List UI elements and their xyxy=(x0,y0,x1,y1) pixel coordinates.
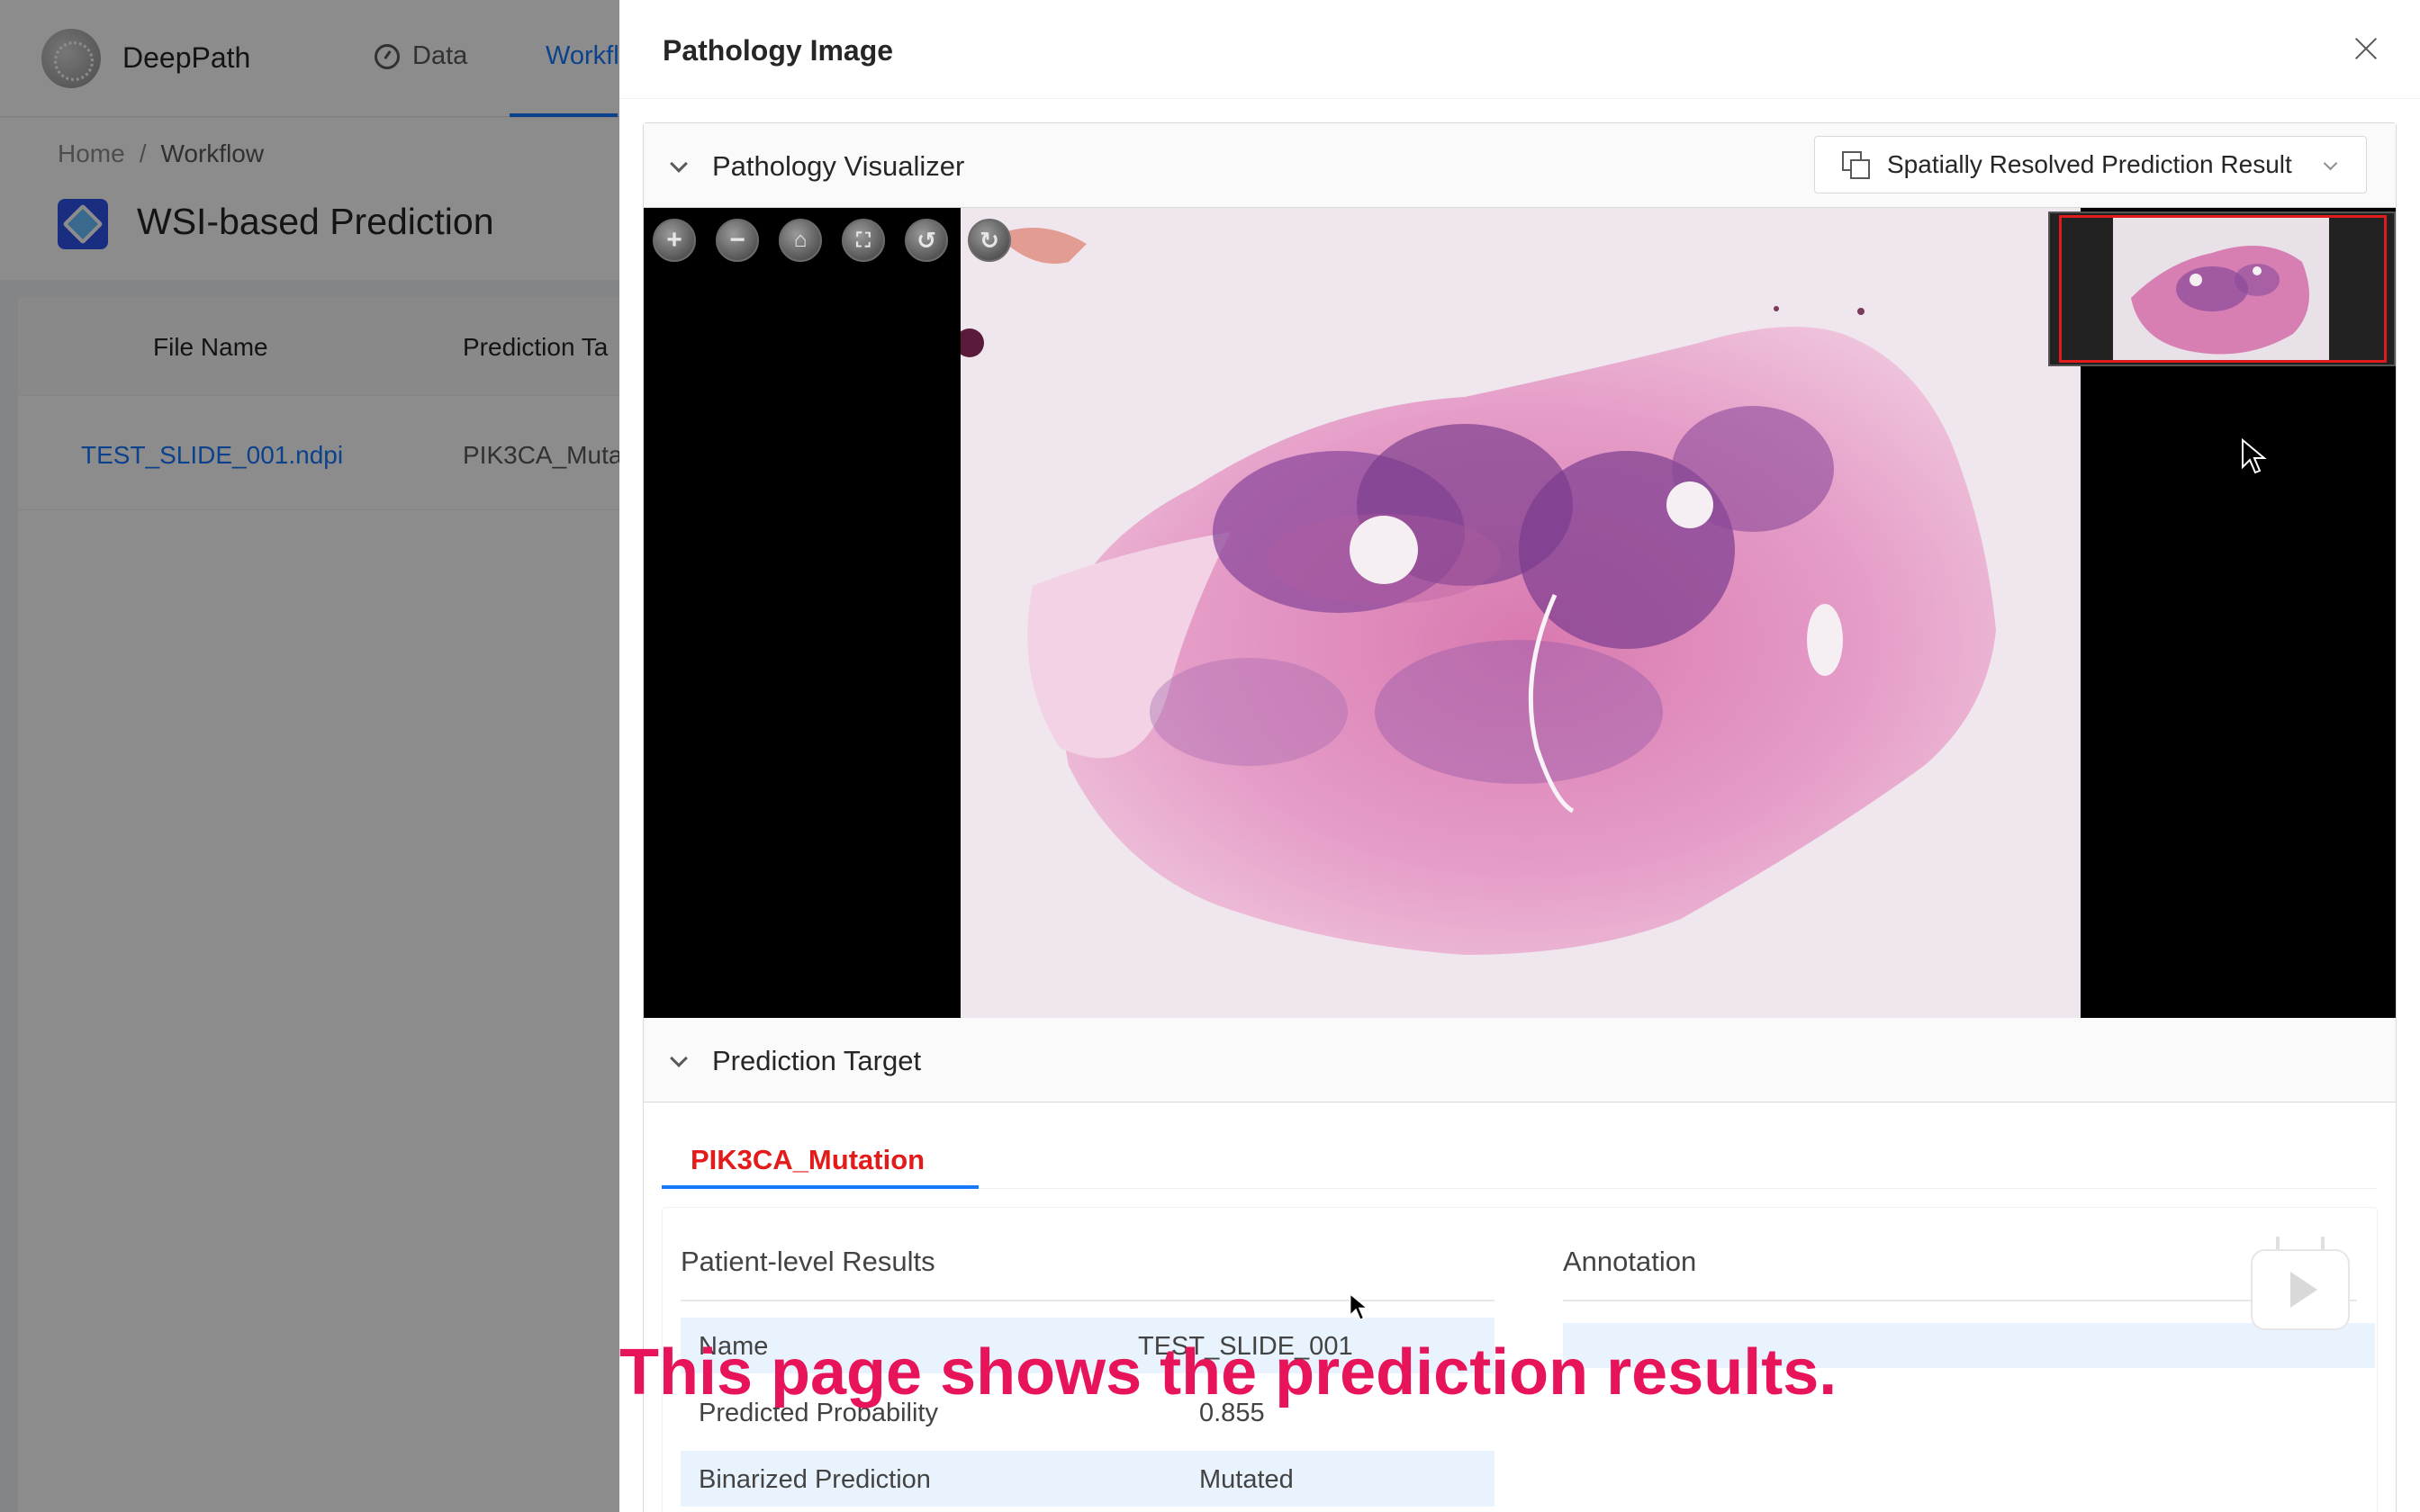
zoom-in-icon[interactable]: + xyxy=(653,219,696,262)
visualizer-panel-header[interactable]: Pathology Visualizer Spatially Resolved … xyxy=(644,123,2396,208)
rotate-right-icon[interactable]: ↻ xyxy=(968,219,1011,262)
result-key: Binarized Prediction xyxy=(699,1465,931,1494)
slide-viewer[interactable]: + − ⌂ ⛶ ↺ ↻ xyxy=(644,208,2396,1018)
video-caption: This page shows the prediction results. xyxy=(619,1336,1838,1408)
annotation-title: Annotation xyxy=(1563,1246,1697,1277)
chevron-down-icon[interactable] xyxy=(670,155,688,173)
visualizer-panel-title: Pathology Visualizer xyxy=(712,150,965,182)
tissue-image xyxy=(955,228,1996,955)
zoom-out-icon[interactable]: − xyxy=(716,219,759,262)
play-icon[interactable] xyxy=(2251,1249,2350,1330)
prediction-target-panel-title: Prediction Target xyxy=(712,1045,922,1076)
overlay-select-value: Spatially Resolved Prediction Result xyxy=(1887,150,2292,178)
prediction-target-panel-header[interactable]: Prediction Target xyxy=(644,1018,2396,1102)
chevron-down-icon[interactable] xyxy=(670,1049,688,1067)
home-icon[interactable]: ⌂ xyxy=(779,219,822,262)
pathology-image-drawer: Pathology Image Pathology Visualizer Spa… xyxy=(619,0,2420,1512)
result-value: Mutated xyxy=(1199,1465,1294,1494)
mouse-cursor-icon xyxy=(2242,438,2267,474)
slide-canvas[interactable] xyxy=(955,208,2081,1018)
slide-navigator[interactable] xyxy=(2048,212,2396,366)
patient-results-title: Patient-level Results xyxy=(681,1246,935,1277)
tab-pik3ca-mutation[interactable]: PIK3CA_Mutation xyxy=(691,1144,925,1176)
tab-active-indicator xyxy=(662,1185,979,1189)
drawer-header: Pathology Image xyxy=(619,0,2420,99)
result-row-binarized: Binarized Prediction Mutated xyxy=(681,1451,1494,1507)
rotate-left-icon[interactable]: ↺ xyxy=(905,219,948,262)
close-icon[interactable] xyxy=(2352,34,2380,63)
chevron-down-icon xyxy=(2323,156,2338,171)
navigator-viewport-box[interactable] xyxy=(2059,215,2387,363)
mouse-cursor-icon xyxy=(1349,1292,1370,1321)
prediction-target-tabs: PIK3CA_Mutation xyxy=(662,1117,2378,1189)
section-divider xyxy=(1563,1300,2357,1301)
drawer-title: Pathology Image xyxy=(663,34,894,67)
section-divider xyxy=(681,1300,1494,1301)
layers-icon xyxy=(1842,151,1870,179)
collapse-container: Pathology Visualizer Spatially Resolved … xyxy=(643,122,2397,1512)
overlay-select[interactable]: Spatially Resolved Prediction Result xyxy=(1814,136,2367,194)
fullscreen-icon[interactable]: ⛶ xyxy=(842,219,885,262)
